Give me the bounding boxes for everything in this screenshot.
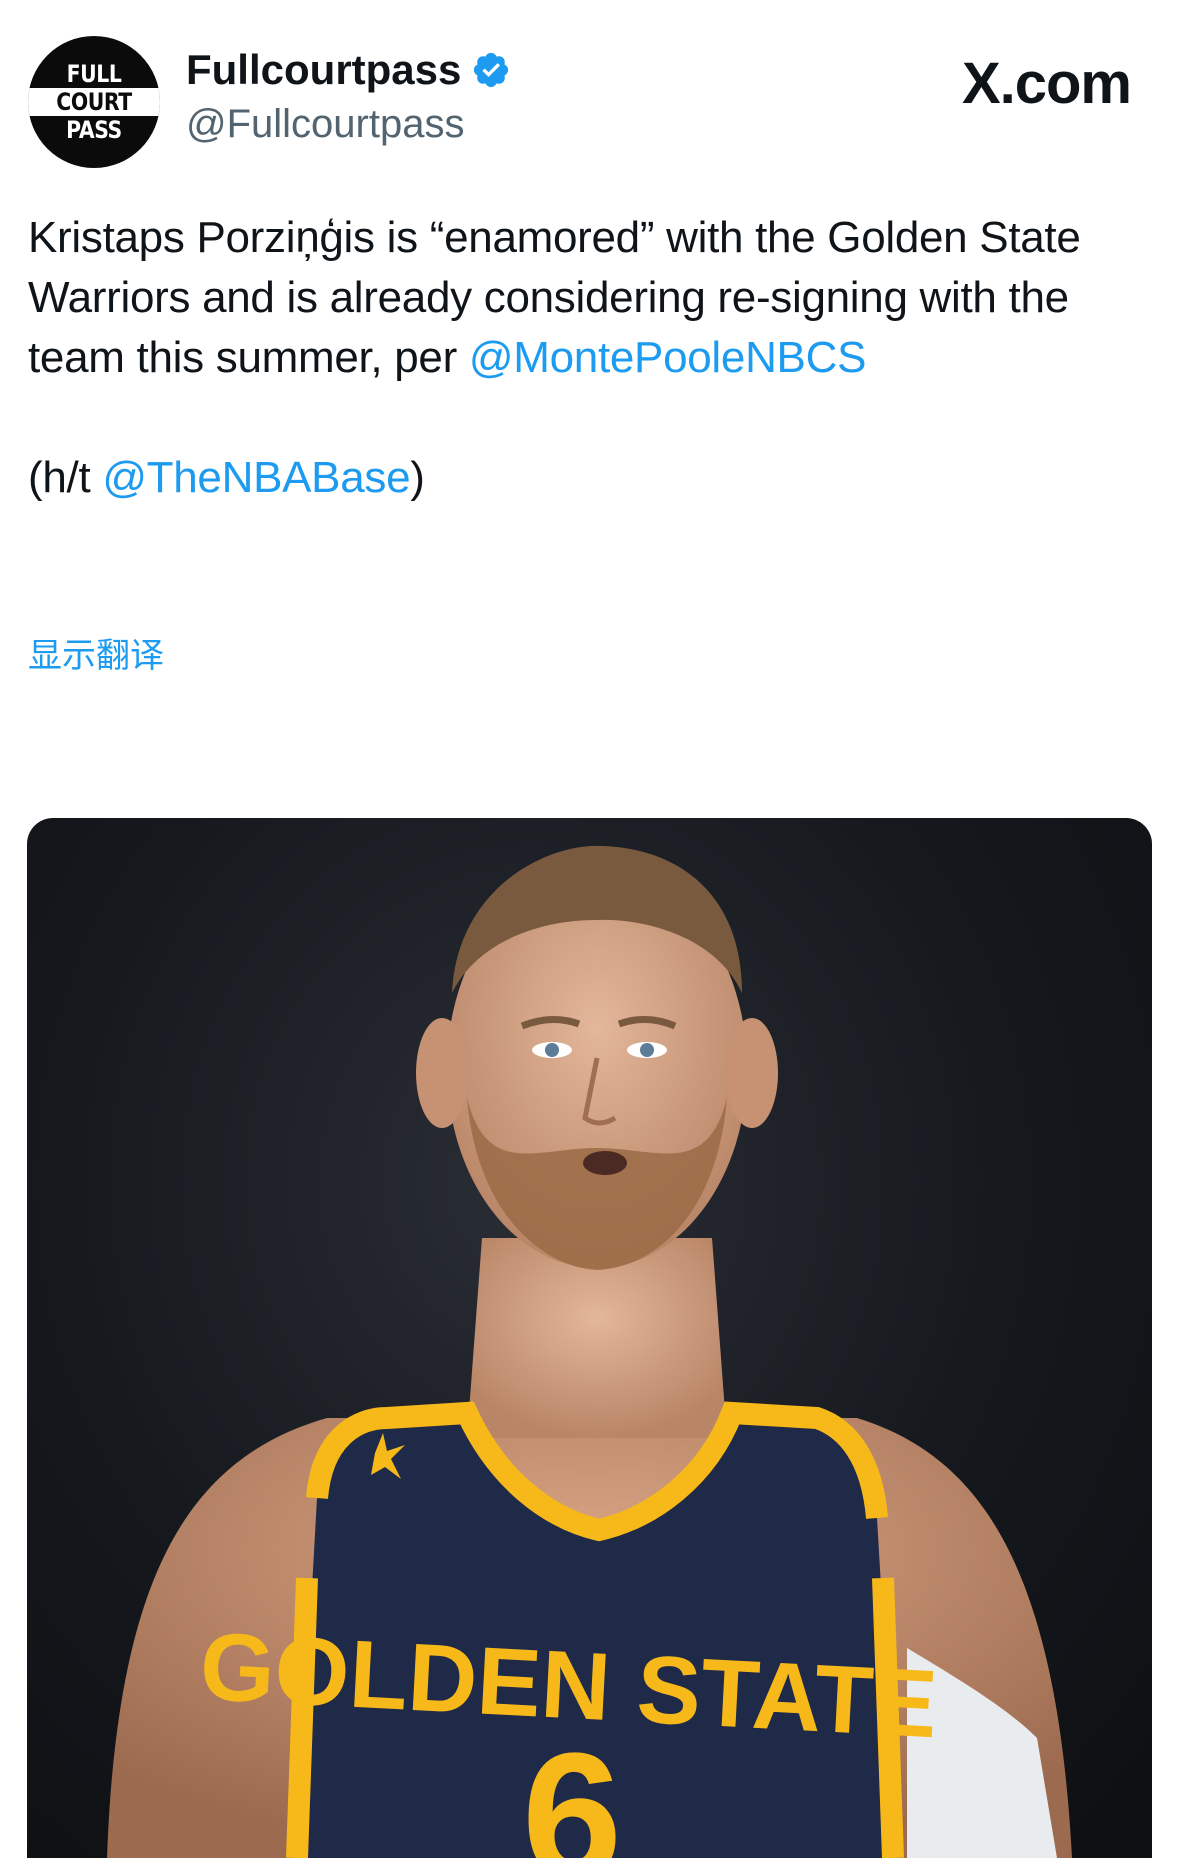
avatar[interactable]: FULL COURT PASS bbox=[28, 36, 160, 168]
brand-logo: X.com bbox=[961, 51, 1132, 116]
avatar-text-line: COURT bbox=[28, 88, 160, 116]
avatar-logo: FULL COURT PASS bbox=[28, 60, 160, 144]
show-translation-link[interactable]: 显示翻译 bbox=[28, 628, 164, 677]
tweet-text: Kristaps Porziņģis is “enamored” with th… bbox=[28, 208, 1158, 508]
tweet-header: FULL COURT PASS Fullcourtpass @Fullcourt… bbox=[28, 36, 1151, 172]
display-name-row: Fullcourtpass bbox=[186, 46, 511, 94]
avatar-text-line: PASS bbox=[66, 116, 122, 144]
avatar-text-line: FULL bbox=[66, 60, 122, 88]
hat-tip-suffix: ) bbox=[410, 453, 425, 502]
tweet-media-photo[interactable]: GOLDEN STATE 6 bbox=[27, 818, 1152, 1858]
player-photo: GOLDEN STATE 6 bbox=[107, 845, 1072, 1858]
author-info: Fullcourtpass @Fullcourtpass bbox=[186, 46, 511, 147]
tweet-paragraph: Kristaps Porziņģis is “enamored” with th… bbox=[28, 208, 1158, 388]
display-name[interactable]: Fullcourtpass bbox=[186, 46, 461, 94]
tweet-paragraph: (h/t @TheNBABase) bbox=[28, 448, 1158, 508]
hat-tip-prefix: (h/t bbox=[28, 453, 103, 502]
mention-link[interactable]: @MontePooleNBCS bbox=[469, 333, 867, 382]
mention-link[interactable]: @TheNBABase bbox=[102, 453, 410, 502]
verified-badge-icon bbox=[471, 50, 511, 90]
handle[interactable]: @Fullcourtpass bbox=[186, 102, 511, 147]
